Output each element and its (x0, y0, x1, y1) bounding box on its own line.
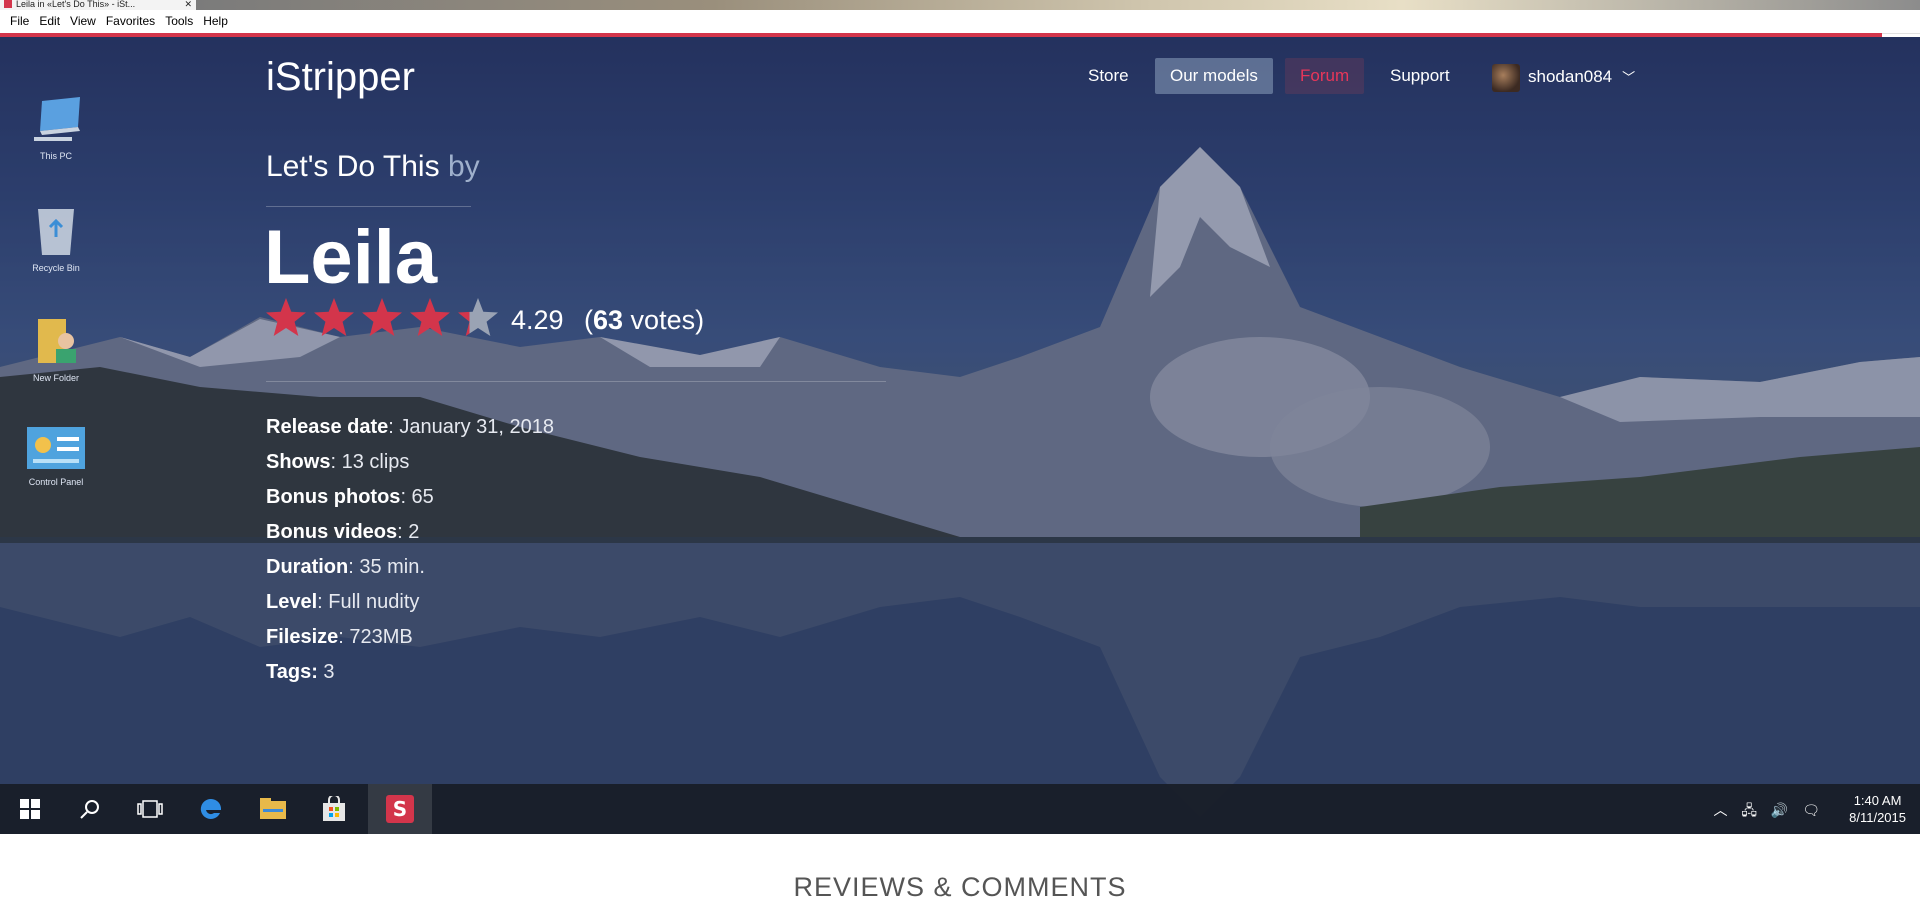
system-tray: ︿ 🖧 🔊 🗨 (1703, 800, 1820, 824)
star-icon[interactable] (266, 298, 306, 336)
start-windows-icon[interactable] (6, 784, 54, 834)
desktop-icon-label: Recycle Bin (32, 263, 80, 273)
desktop-icon-label: Control Panel (28, 477, 84, 487)
show-details: Release date: January 31, 2018 Shows: 13… (266, 410, 554, 690)
tab-title: Leila in «Let's Do This» - iSt... (16, 0, 136, 9)
detail-tags[interactable]: Tags: 3 (266, 655, 554, 690)
edge-browser-icon[interactable] (187, 784, 235, 834)
network-icon[interactable]: 🖧 (1741, 802, 1757, 818)
votes-open: ( (584, 305, 593, 335)
chevron-down-icon: ﹀ (1622, 70, 1636, 85)
user-menu[interactable]: shodan084 ﹀ (1492, 62, 1635, 92)
window-background-strip (196, 0, 1920, 10)
nav-forum[interactable]: Forum (1285, 58, 1365, 94)
detail-filesize: Filesize: 723MB (266, 626, 413, 648)
browser-tab[interactable]: Leila in «Let's Do This» - iSt... ✕ (0, 0, 197, 10)
clock-date: 8/11/2015 (1849, 810, 1906, 825)
control-panel-icon (27, 427, 85, 469)
detail-bonus-videos: Bonus videos: 2 (266, 521, 420, 543)
window-titlebar: Leila in «Let's Do This» - iSt... ✕ (0, 0, 1920, 10)
menu-help[interactable]: Help (198, 10, 233, 33)
task-view-icon[interactable] (126, 784, 174, 834)
site-favicon-icon (4, 0, 12, 8)
reviews-heading: REVIEWS & COMMENTS (793, 872, 1127, 902)
computer-icon (34, 97, 80, 141)
search-icon[interactable] (66, 784, 114, 834)
folder-user-icon (38, 319, 76, 363)
menu-file[interactable]: File (0, 10, 34, 33)
nav-support[interactable]: Support (1375, 58, 1465, 94)
detail-release-date: Release date: January 31, 2018 (266, 416, 554, 438)
desktop-this-pc[interactable]: This PC (16, 97, 96, 161)
menu-favorites[interactable]: Favorites (101, 10, 160, 33)
close-tab-icon[interactable]: ✕ (184, 0, 192, 9)
show-title: Let's Do This by (266, 150, 480, 184)
store-icon[interactable] (310, 784, 358, 834)
star-icon[interactable] (362, 298, 402, 336)
logo-text: iStripper (266, 55, 415, 99)
divider (266, 206, 471, 207)
svg-text:S: S (393, 797, 407, 821)
username: shodan084 (1528, 67, 1613, 86)
file-explorer-icon[interactable] (249, 784, 297, 834)
site-logo[interactable]: iStripper (266, 55, 415, 100)
star-icon[interactable] (314, 298, 354, 336)
desktop-icon-label: New Folder (32, 373, 79, 383)
volume-icon[interactable]: 🔊 (1771, 802, 1788, 818)
menu-tools[interactable]: Tools (160, 10, 198, 33)
votes-number: 63 (593, 305, 624, 335)
detail-bonus-photos: Bonus photos: 65 (266, 486, 434, 508)
action-center-icon[interactable]: 🗨 (1802, 802, 1820, 818)
avatar (1492, 63, 1520, 92)
desktop-icon-label: This PC (39, 151, 72, 161)
nav-store[interactable]: Store (1073, 58, 1144, 94)
star-icon[interactable] (458, 298, 498, 336)
divider (266, 381, 886, 382)
votes-label: votes) (623, 305, 705, 335)
windows-taskbar: S ︿ 🖧 🔊 🗨 1:40 AM 8/11/2015 (0, 784, 1920, 834)
rating-value: 4.29 (511, 305, 564, 335)
clock-time: 1:40 AM (1853, 793, 1902, 808)
clock[interactable]: 1:40 AM 8/11/2015 (1849, 792, 1906, 826)
menu-bar: File Edit View Favorites Tools Help (0, 10, 1920, 34)
detail-duration: Duration: 35 min. (266, 556, 425, 578)
model-name[interactable]: Leila (264, 213, 437, 303)
menu-view[interactable]: View (65, 10, 101, 33)
chevron-up-icon[interactable]: ︿ (1713, 802, 1727, 818)
vote-count: (63 votes) (584, 305, 704, 336)
show-title-text: Let's Do This (266, 150, 440, 183)
menu-edit[interactable]: Edit (34, 10, 65, 33)
nav-our-models[interactable]: Our models (1155, 58, 1273, 94)
rating-stars[interactable] (266, 296, 506, 342)
recycle-bin-icon (38, 209, 74, 255)
desktop-control-panel[interactable]: Control Panel (16, 425, 96, 487)
desktop-new-folder[interactable]: New Folder (16, 315, 96, 383)
detail-shows: Shows: 13 clips (266, 451, 410, 473)
desktop-recycle-bin[interactable]: Recycle Bin (16, 205, 96, 273)
star-icon[interactable] (410, 298, 450, 336)
istripper-app-icon[interactable]: S (368, 784, 432, 834)
detail-level: Level: Full nudity (266, 591, 420, 613)
show-by: by (447, 150, 480, 183)
